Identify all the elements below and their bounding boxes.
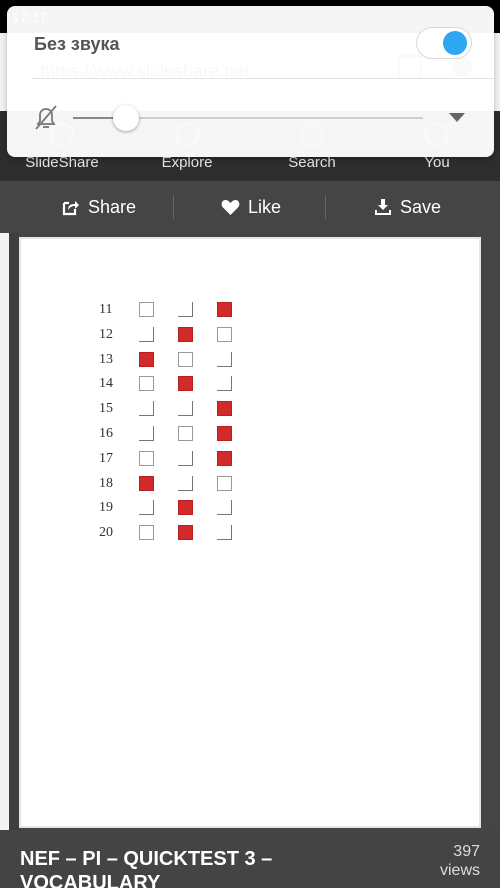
download-icon bbox=[374, 198, 392, 216]
answer-box-empty bbox=[139, 500, 154, 516]
question-number: 11 bbox=[99, 302, 113, 317]
answer-box-empty bbox=[139, 425, 154, 441]
question-number: 15 bbox=[99, 401, 113, 417]
answer-box-filled bbox=[139, 351, 154, 367]
answer-box-empty bbox=[139, 326, 154, 342]
like-button[interactable]: Like bbox=[221, 181, 281, 233]
answer-box-filled bbox=[178, 500, 193, 516]
views-number: 397 bbox=[453, 843, 480, 860]
answer-row: 16 bbox=[99, 423, 259, 448]
answer-row: 15 bbox=[99, 398, 259, 423]
question-number: 14 bbox=[99, 376, 113, 392]
document-page: 11 12 13 14 15 16 17 18 19 20 bbox=[19, 237, 481, 828]
question-number: 13 bbox=[99, 351, 113, 367]
divider bbox=[325, 195, 326, 219]
document-footer: NEF – PI – QUICKTEST 3 – VOCABULARY 397 … bbox=[0, 830, 500, 888]
answer-box-empty bbox=[178, 351, 193, 367]
answer-row: 14 bbox=[99, 373, 259, 398]
app-root: 17:17 https://www.slideshare.net SlideSh… bbox=[0, 0, 500, 888]
views-label: views bbox=[439, 862, 480, 879]
answer-box-empty bbox=[178, 401, 193, 417]
mute-title: Без звука bbox=[34, 34, 120, 54]
question-number: 16 bbox=[99, 425, 113, 441]
answer-row: 13 bbox=[99, 349, 259, 374]
bell-muted-icon[interactable] bbox=[34, 105, 58, 136]
answer-row: 19 bbox=[99, 497, 259, 522]
views-count: 397 views bbox=[440, 842, 480, 880]
volume-slider-thumb[interactable] bbox=[112, 105, 139, 131]
answer-box-empty bbox=[139, 525, 154, 541]
answer-box-filled bbox=[217, 401, 232, 417]
answer-box-empty bbox=[217, 500, 232, 516]
previous-page-edge bbox=[0, 233, 9, 830]
page-gutter bbox=[9, 233, 19, 830]
answer-box-empty bbox=[139, 376, 154, 392]
share-label: Share bbox=[88, 196, 137, 217]
share-button[interactable]: Share bbox=[62, 181, 136, 233]
document-title: NEF – PI – QUICKTEST 3 – VOCABULARY bbox=[20, 848, 273, 888]
answer-box-empty bbox=[178, 302, 193, 317]
answer-row: 11 bbox=[99, 299, 259, 324]
like-label: Like bbox=[248, 196, 282, 217]
answer-box-empty bbox=[217, 475, 232, 491]
answer-row: 17 bbox=[99, 448, 259, 473]
answer-box-empty bbox=[178, 475, 193, 491]
sound-notification-panel: Без звука bbox=[7, 6, 494, 157]
answer-box-empty bbox=[217, 525, 232, 541]
question-number: 20 bbox=[99, 525, 113, 541]
save-label: Save bbox=[400, 196, 442, 217]
share-icon bbox=[62, 198, 80, 216]
toggle-knob bbox=[443, 31, 467, 55]
action-bar: Share Like Save bbox=[0, 181, 500, 233]
expand-arrow-icon[interactable] bbox=[449, 113, 465, 122]
answer-box-empty bbox=[217, 376, 232, 392]
answer-box-empty bbox=[217, 326, 232, 342]
question-number: 19 bbox=[99, 500, 113, 516]
answer-box-filled bbox=[139, 475, 154, 491]
question-number: 18 bbox=[99, 475, 113, 491]
document-viewer[interactable]: 11 12 13 14 15 16 17 18 19 20 bbox=[0, 233, 500, 830]
answer-box-filled bbox=[217, 425, 232, 441]
answer-row: 18 bbox=[99, 473, 259, 498]
answer-row: 12 bbox=[99, 324, 259, 349]
answer-box-empty bbox=[139, 450, 154, 466]
answer-box-filled bbox=[217, 450, 232, 466]
answer-box-empty bbox=[178, 450, 193, 466]
answer-box-filled bbox=[217, 302, 232, 317]
answer-grid: 11 12 13 14 15 16 17 18 19 20 bbox=[99, 299, 259, 547]
divider bbox=[173, 195, 174, 219]
question-number: 12 bbox=[99, 326, 113, 342]
answer-box-empty bbox=[178, 425, 193, 441]
question-number: 17 bbox=[99, 450, 113, 466]
volume-slider[interactable] bbox=[73, 105, 423, 131]
answer-box-empty bbox=[139, 302, 154, 317]
save-button[interactable]: Save bbox=[374, 181, 441, 233]
divider bbox=[32, 78, 494, 79]
answer-box-filled bbox=[178, 525, 193, 541]
answer-box-filled bbox=[178, 326, 193, 342]
answer-box-empty bbox=[139, 401, 154, 417]
mute-toggle[interactable] bbox=[416, 27, 472, 59]
answer-row: 20 bbox=[99, 522, 259, 547]
answer-box-empty bbox=[217, 351, 232, 367]
heart-icon bbox=[221, 199, 240, 216]
answer-box-filled bbox=[178, 376, 193, 392]
